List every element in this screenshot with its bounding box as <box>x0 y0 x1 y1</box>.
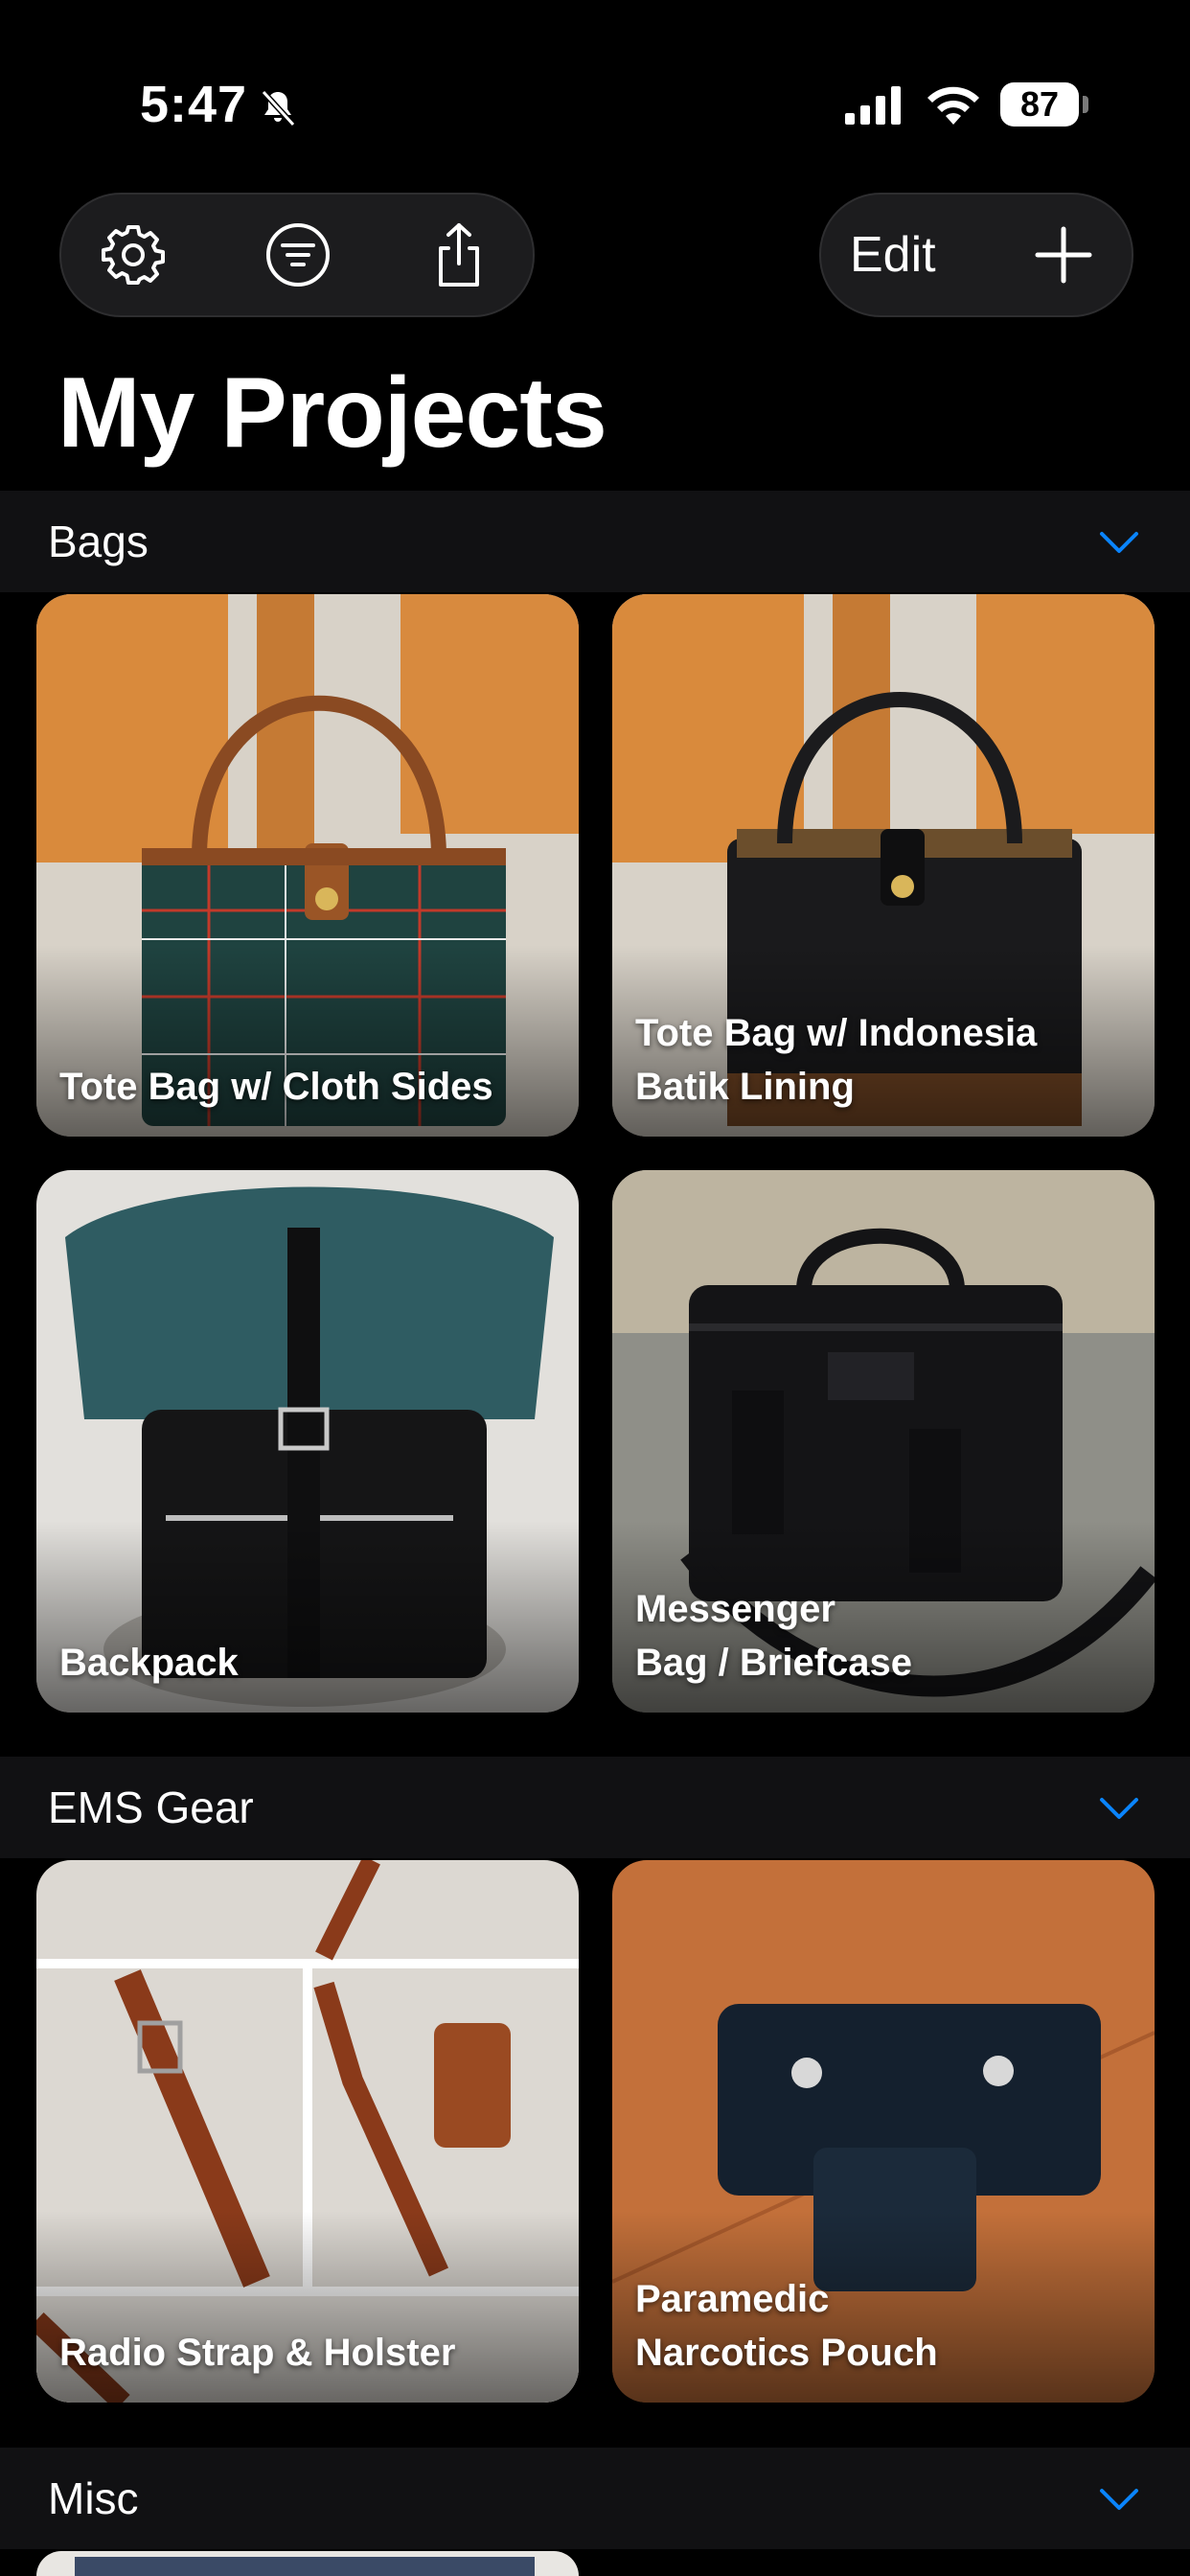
battery-icon: 87 <box>1000 82 1088 128</box>
project-card[interactable]: Messenger Bag / Briefcase <box>612 1170 1155 1713</box>
edit-button[interactable]: Edit <box>850 195 936 315</box>
filter-button[interactable] <box>264 221 332 288</box>
section-title: Misc <box>48 2473 139 2523</box>
project-card[interactable]: Backpack <box>36 1170 579 1713</box>
bell-slash-icon <box>261 89 296 127</box>
battery-tip <box>1083 96 1088 113</box>
project-title: Radio Strap & Holster <box>59 2332 456 2374</box>
chevron-down-icon[interactable] <box>1098 2481 1140 2516</box>
share-icon <box>439 223 479 287</box>
battery-level: 87 <box>1019 84 1060 124</box>
section-title: Bags <box>48 517 149 566</box>
section-header-bags[interactable]: Bags <box>0 491 1190 592</box>
chevron-down-icon[interactable] <box>1098 524 1140 559</box>
section-header-misc[interactable]: Misc <box>0 2448 1190 2549</box>
project-title: Backpack <box>59 1642 239 1684</box>
gear-icon <box>102 225 165 285</box>
project-card[interactable]: Paramedic Narcotics Pouch <box>612 1860 1155 2403</box>
project-photo-detail <box>75 2557 535 2576</box>
status-bar: 5:47 87 <box>0 0 1190 133</box>
project-card[interactable]: Tote Bag w/ Cloth Sides <box>36 594 579 1137</box>
toolbar-left-group <box>59 193 535 317</box>
project-card[interactable]: Radio Strap & Holster <box>36 1860 579 2403</box>
plus-icon[interactable] <box>1030 221 1097 288</box>
chevron-down-icon[interactable] <box>1098 1790 1140 1825</box>
project-title: Messenger Bag / Briefcase <box>635 1588 913 1684</box>
settings-button[interactable] <box>100 221 167 288</box>
cellular-signal-icon <box>845 86 901 125</box>
project-title: Paramedic Narcotics Pouch <box>635 2278 938 2374</box>
project-card[interactable]: Tote Bag w/ Indonesia Batik Lining <box>612 594 1155 1137</box>
project-title: Tote Bag w/ Cloth Sides <box>59 1066 493 1108</box>
filter-icon <box>266 223 330 287</box>
page-title: My Projects <box>57 357 607 469</box>
projects-screen: 5:47 87 Edit My Projects Bags Tote Bag w… <box>0 0 1190 2576</box>
project-title: Tote Bag w/ Indonesia Batik Lining <box>635 1012 1038 1108</box>
section-header-ems-gear[interactable]: EMS Gear <box>0 1757 1190 1858</box>
wifi-icon <box>927 86 979 125</box>
section-title: EMS Gear <box>48 1782 254 1832</box>
toolbar-right-group: Edit <box>819 193 1133 317</box>
status-time: 5:47 <box>140 76 248 133</box>
project-card-partial[interactable] <box>36 2551 579 2576</box>
share-button[interactable] <box>425 221 492 288</box>
